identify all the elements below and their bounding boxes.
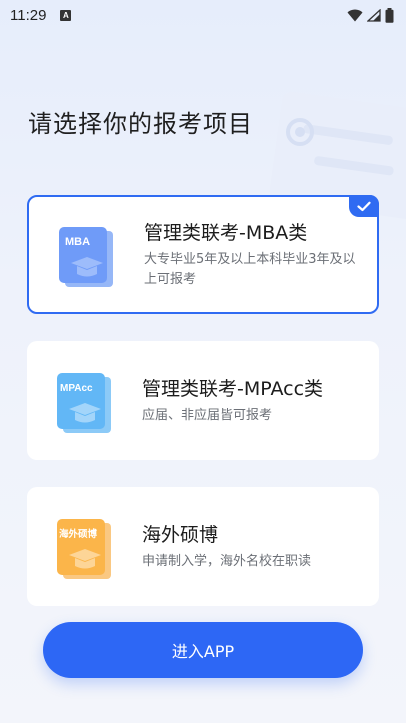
- status-bar: 11:29 A: [0, 0, 406, 30]
- option-card-overseas[interactable]: 海外硕博 海外硕博 申请制入学，海外名校在职读: [27, 487, 379, 606]
- option-card-mpacc[interactable]: MPAcc 管理类联考-MPAcc类 应届、非应届皆可报考: [27, 341, 379, 460]
- overseas-book-icon: 海外硕博: [57, 518, 111, 579]
- battery-icon: [385, 7, 394, 23]
- option-description: 申请制入学，海外名校在职读: [142, 553, 312, 569]
- selected-badge: [349, 195, 379, 217]
- status-icons: [347, 7, 394, 23]
- mpacc-icon-label: MPAcc: [60, 383, 93, 394]
- option-text: 管理类联考-MPAcc类 应届、非应届皆可报考: [142, 376, 357, 426]
- option-text: 管理类联考-MBA类 大专毕业5年及以上本科毕业3年及以上可报考: [144, 220, 359, 290]
- checkmark-icon: [357, 201, 371, 211]
- overseas-icon-label: 海外硕博: [59, 528, 98, 540]
- option-description: 应届、非应届皆可报考: [142, 407, 273, 423]
- mpacc-book-icon: MPAcc: [57, 372, 111, 433]
- wifi-icon: [347, 9, 363, 21]
- option-title: 管理类联考-MBA类: [144, 221, 308, 244]
- option-description: 大专毕业5年及以上本科毕业3年及以上可报考: [144, 251, 356, 287]
- mba-icon-label: MBA: [65, 236, 90, 248]
- option-title: 管理类联考-MPAcc类: [142, 377, 324, 400]
- status-time: 11:29: [10, 6, 47, 24]
- option-title: 海外硕博: [142, 523, 219, 546]
- enter-app-button[interactable]: 进入APP: [43, 622, 363, 678]
- page-title: 请选择你的报考项目: [28, 110, 253, 138]
- signal-icon: [367, 8, 381, 22]
- mba-book-icon: MBA: [59, 226, 113, 287]
- notification-a-icon: A: [60, 9, 72, 21]
- option-text: 海外硕博 申请制入学，海外名校在职读: [142, 522, 357, 572]
- option-card-mba[interactable]: MBA 管理类联考-MBA类 大专毕业5年及以上本科毕业3年及以上可报考: [27, 195, 379, 314]
